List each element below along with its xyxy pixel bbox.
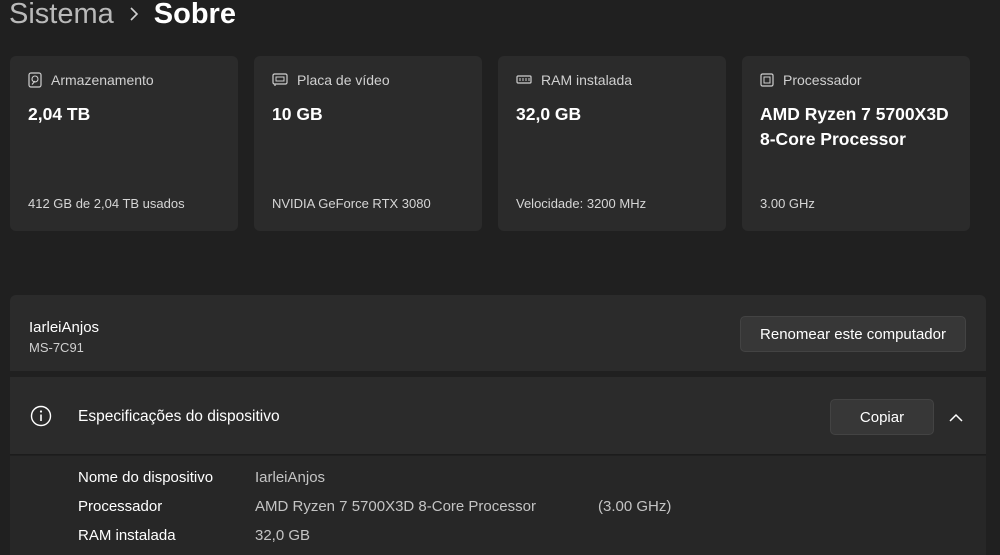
cpu-card-value: AMD Ryzen 7 5700X3D 8-Core Processor [760,104,949,149]
storage-card-header: Armazenamento [28,72,154,88]
spec-value: IarleiAnjos [255,469,326,486]
breadcrumb-parent[interactable]: Sistema [9,0,114,31]
spec-value: AMD Ryzen 7 5700X3D 8-Core Processor [255,498,536,515]
breadcrumb: Sistema Sobre [9,0,236,34]
cpu-card-sub: 3.00 GHz [760,196,815,211]
specs-title: Especificações do dispositivo [78,408,280,425]
storage-card: Armazenamento 2,04 TB 412 GB de 2,04 TB … [10,56,238,231]
spec-extra: (3.00 GHz) [598,498,672,515]
storage-card-sub: 412 GB de 2,04 TB usados [28,196,185,211]
spec-label: Processador [78,498,163,515]
gpu-icon [272,73,288,86]
spec-value: 32,0 GB [255,527,311,544]
ram-card: RAM instalada 32,0 GB Velocidade: 3200 M… [498,56,726,231]
gpu-card-title: Placa de vídeo [297,72,390,88]
ram-card-sub: Velocidade: 3200 MHz [516,196,647,211]
device-specs-body: Nome do dispositivo IarleiAnjos Processa… [10,456,986,555]
device-specs-header[interactable]: Especificações do dispositivo Copiar [10,377,986,455]
ram-icon [516,75,532,84]
cpu-card-header: Processador [760,72,862,88]
storage-icon [28,72,42,88]
gpu-card-header: Placa de vídeo [272,72,390,88]
info-icon [30,405,52,432]
cpu-icon [760,73,774,87]
gpu-card-sub: NVIDIA GeForce RTX 3080 [272,196,431,211]
copy-button[interactable]: Copiar [830,399,934,435]
spec-label: RAM instalada [78,527,176,544]
ram-card-title: RAM instalada [541,72,633,88]
storage-card-title: Armazenamento [51,72,154,88]
cpu-card-title: Processador [783,72,862,88]
chevron-right-icon [114,7,154,21]
device-model: MS-7C91 [29,340,84,355]
spec-label: Nome do dispositivo [78,469,214,486]
gpu-card: Placa de vídeo 10 GB NVIDIA GeForce RTX … [254,56,482,231]
page-title: Sobre [153,0,236,30]
rename-pc-button[interactable]: Renomear este computador [740,316,966,352]
storage-card-value: 2,04 TB [28,104,91,124]
ram-card-header: RAM instalada [516,72,632,88]
device-name-section: IarleiAnjos MS-7C91 Renomear este comput… [10,295,986,371]
gpu-card-value: 10 GB [272,104,323,124]
device-name: IarleiAnjos [29,319,100,336]
chevron-up-icon[interactable] [944,405,968,429]
cpu-card: Processador AMD Ryzen 7 5700X3D 8-Core P… [742,56,970,231]
ram-card-value: 32,0 GB [516,104,582,124]
about-page: Sistema Sobre Armazenamento 2,04 TB 412 … [0,0,1000,555]
